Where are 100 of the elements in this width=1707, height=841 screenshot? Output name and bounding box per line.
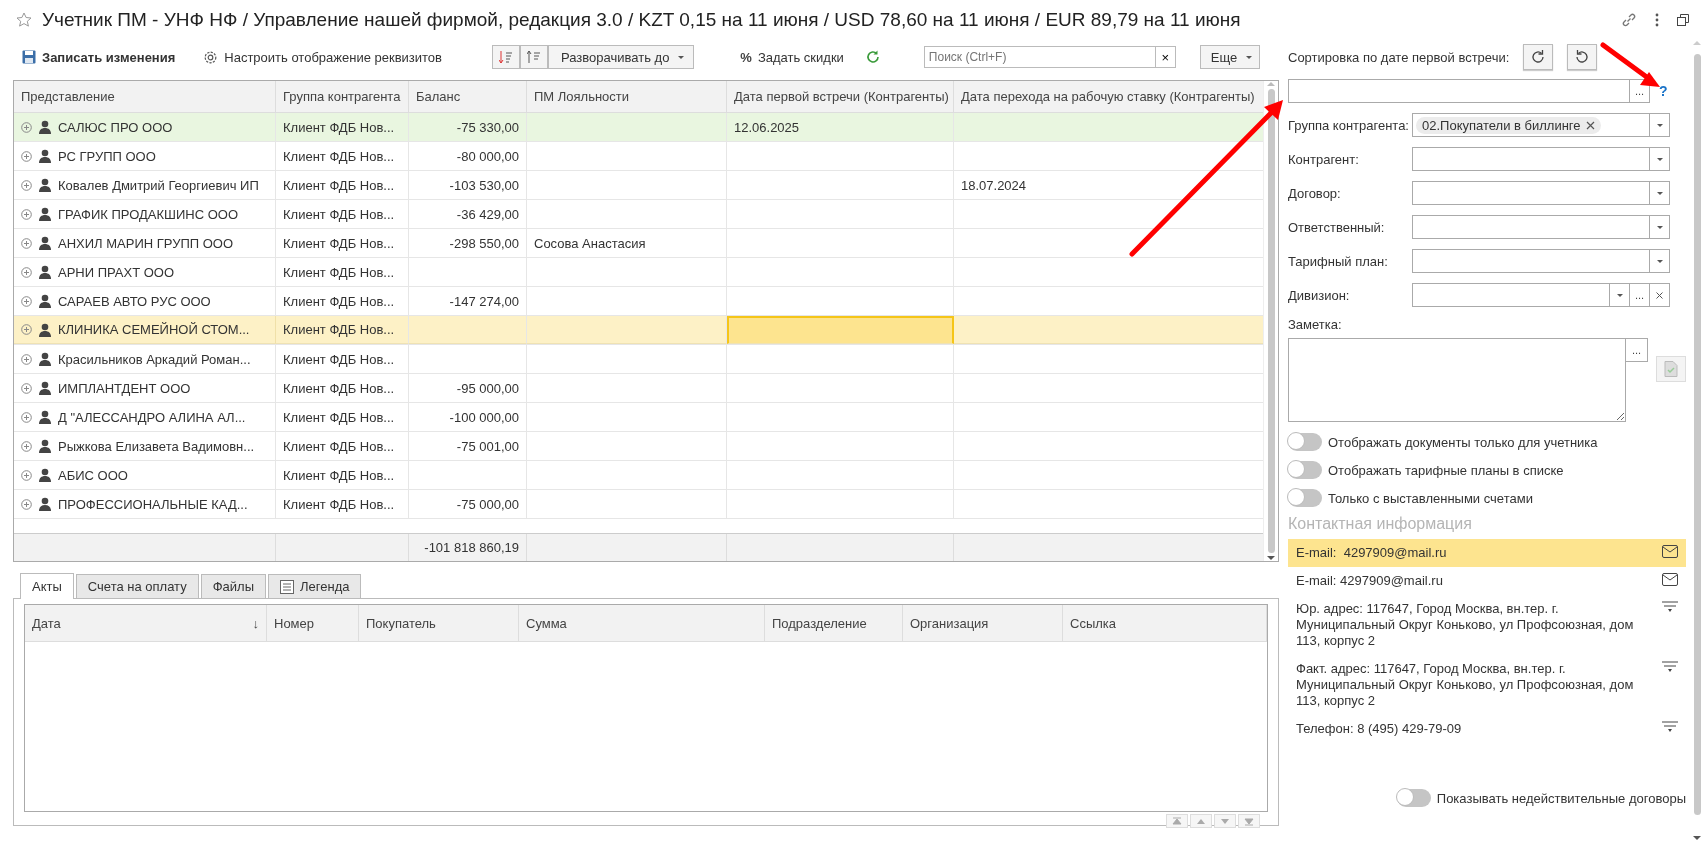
expand-icon[interactable] <box>21 324 32 335</box>
column-header[interactable]: Группа контрагента <box>276 81 409 112</box>
scroll-down-icon[interactable] <box>1267 555 1275 561</box>
table-row[interactable]: Рыжкова Елизавета Вадимовн... Клиент ФДБ Нов... -75 001,00 <box>14 432 1263 461</box>
save-button[interactable]: Записать изменения <box>18 45 180 69</box>
scroll-down-icon[interactable] <box>1693 835 1701 841</box>
toggle-switch[interactable] <box>1396 789 1431 807</box>
expand-icon[interactable] <box>21 295 32 307</box>
select-field[interactable] <box>1412 249 1670 273</box>
column-header[interactable]: Подразделение <box>765 605 903 641</box>
select-field[interactable] <box>1412 181 1670 205</box>
expand-icon[interactable] <box>21 353 32 365</box>
table-row[interactable]: АБИС ООО Клиент ФДБ Нов... <box>14 461 1263 490</box>
caret-icon[interactable] <box>1655 224 1664 230</box>
toggle-switch[interactable] <box>1288 461 1322 479</box>
table-row[interactable]: ПРОФЕССИОНАЛЬНЫЕ КАД... Клиент ФДБ Нов... -75 000,00 <box>14 490 1263 519</box>
column-header[interactable]: Дата перехода на рабочую ставку (Контрагенты) <box>954 81 1263 112</box>
first-page-icon[interactable] <box>1172 816 1182 826</box>
expand-icon[interactable] <box>21 208 32 220</box>
column-header[interactable]: Покупатель <box>359 605 519 641</box>
last-page-icon[interactable] <box>1244 816 1254 826</box>
sort-ascending-button[interactable] <box>492 45 520 69</box>
first-page-button[interactable] <box>1166 814 1188 828</box>
undo-button[interactable] <box>1567 44 1598 70</box>
expand-icon[interactable] <box>21 411 32 423</box>
table-cell[interactable] <box>409 316 527 344</box>
select-field[interactable] <box>1412 147 1670 171</box>
table-cell[interactable]: Клиент ФДБ Нов... <box>276 316 409 344</box>
caret-icon[interactable] <box>1655 258 1664 264</box>
settings-button[interactable]: Настроить отображение реквизитов <box>199 45 446 69</box>
column-header[interactable]: Ссылка <box>1063 605 1267 641</box>
column-header[interactable]: Дата ↓ <box>25 605 267 641</box>
tab[interactable]: Файлы <box>200 574 266 598</box>
more-dropdown[interactable]: Еще <box>1199 45 1261 69</box>
expand-icon[interactable] <box>21 382 32 394</box>
caret-icon[interactable] <box>1615 292 1624 298</box>
scrollbar[interactable] <box>1263 81 1278 561</box>
table-row[interactable]: Д "АЛЕССАНДРО АЛИНА АЛ... Клиент ФДБ Нов... -100 000,00 <box>14 403 1263 432</box>
tab[interactable]: Легенда <box>268 574 362 598</box>
expand-icon[interactable] <box>21 498 32 510</box>
column-header[interactable]: Сумма <box>519 605 765 641</box>
column-header[interactable]: Баланс <box>409 81 527 112</box>
expand-icon[interactable] <box>21 440 32 452</box>
contact-item[interactable]: E-mail: 4297909@mail.ru <box>1288 539 1686 567</box>
current-cell[interactable] <box>727 316 954 344</box>
note-field[interactable] <box>1288 338 1626 422</box>
expand-icon[interactable] <box>21 237 32 249</box>
envelope-icon[interactable] <box>1662 545 1678 558</box>
dropdown-menu-icon[interactable] <box>1662 601 1678 613</box>
link-icon[interactable] <box>1621 12 1637 28</box>
sort-descending-button[interactable] <box>520 45 548 69</box>
table-row[interactable]: АНХИЛ МАРИН ГРУПП ООО Клиент ФДБ Нов... -298 550,00 Сосова Анастасия <box>14 229 1263 258</box>
expand-icon[interactable] <box>21 121 32 133</box>
table-row[interactable]: Красильников Аркадий Роман... Клиент ФДБ Нов... <box>14 345 1263 374</box>
table-cell[interactable]: КЛИНИКА СЕМЕЙНОЙ СТОМ... <box>14 316 276 344</box>
expand-icon[interactable] <box>21 150 32 162</box>
tab[interactable]: Счета на оплату <box>75 574 199 598</box>
table-row[interactable]: Ковалев Дмитрий Георгиевич ИП Клиент ФДБ Нов... -103 530,00 18.07.2024 <box>14 171 1263 200</box>
refresh-icon[interactable] <box>865 50 880 64</box>
contact-item[interactable]: Факт. адрес: 117647, Город Москва, вн.тер. г. Муниципальный Округ Коньково, ул Профсоюзная, дом 113, корпус 2 <box>1288 655 1686 715</box>
toggle-switch[interactable] <box>1288 433 1322 451</box>
scroll-up-icon[interactable] <box>1267 81 1275 87</box>
more-icon[interactable] <box>1655 13 1659 27</box>
expand-icon[interactable] <box>21 469 32 481</box>
select-field[interactable] <box>1412 215 1670 239</box>
caret-icon[interactable] <box>1655 122 1664 128</box>
caret-icon[interactable] <box>1655 156 1664 162</box>
restore-icon[interactable] <box>1677 14 1689 26</box>
discounts-button[interactable]: % Задать скидки <box>736 45 848 69</box>
search-field[interactable]: Поиск (Ctrl+F) <box>923 46 1156 68</box>
clear-icon[interactable] <box>1656 291 1663 299</box>
contact-item[interactable]: Телефон: 8 (495) 429-79-09 <box>1288 715 1686 743</box>
refresh-button[interactable] <box>1523 44 1554 70</box>
column-header[interactable]: Организация <box>903 605 1063 641</box>
table-row[interactable]: ГРАФИК ПРОДАКШИНС ООО Клиент ФДБ Нов... -36 429,00 <box>14 200 1263 229</box>
sort-field[interactable] <box>1288 79 1630 103</box>
toggle-switch[interactable] <box>1288 489 1322 507</box>
table-row[interactable]: РС ГРУПП ООО Клиент ФДБ Нов... -80 000,00 <box>14 142 1263 171</box>
dropdown-menu-icon[interactable] <box>1662 721 1678 733</box>
expand-dropdown[interactable]: Разворачивать до <box>548 45 695 69</box>
column-header[interactable]: Представление <box>14 81 276 112</box>
tab[interactable]: Акты <box>20 573 74 599</box>
clear-button[interactable]: × <box>1155 46 1176 68</box>
select-field[interactable]: ... <box>1412 283 1670 307</box>
expand-icon[interactable] <box>21 179 32 191</box>
dropdown-menu-icon[interactable] <box>1662 661 1678 673</box>
contact-item[interactable]: Юр. адрес: 117647, Город Москва, вн.тер. г. Муниципальный Округ Коньково, ул Профсоюзная, дом 113, корпус 2 <box>1288 595 1686 655</box>
column-header[interactable]: Дата первой встречи (Контрагенты) <box>727 81 954 112</box>
table-row[interactable]: АРНИ ПРАХТ ООО Клиент ФДБ Нов... <box>14 258 1263 287</box>
help-link[interactable]: ? <box>1659 83 1668 99</box>
table-row[interactable]: КЛИНИКА СЕМЕЙНОЙ СТОМ... Клиент ФДБ Нов... <box>14 316 1263 345</box>
expand-icon[interactable] <box>21 266 32 278</box>
scroll-down-button[interactable] <box>1214 814 1236 828</box>
caret-icon[interactable] <box>1655 190 1664 196</box>
star-icon[interactable] <box>16 12 32 28</box>
table-row[interactable]: САЛЮС ПРО ООО Клиент ФДБ Нов... -75 330,00 12.06.2025 <box>14 113 1263 142</box>
filter-tag[interactable]: 02.Покупатели в биллинге <box>1416 116 1601 134</box>
select-field[interactable]: 02.Покупатели в биллинге <box>1412 113 1670 137</box>
table-row[interactable]: ИМПЛАНТДЕНТ ООО Клиент ФДБ Нов... -95 000,00 <box>14 374 1263 403</box>
last-page-button[interactable] <box>1238 814 1260 828</box>
